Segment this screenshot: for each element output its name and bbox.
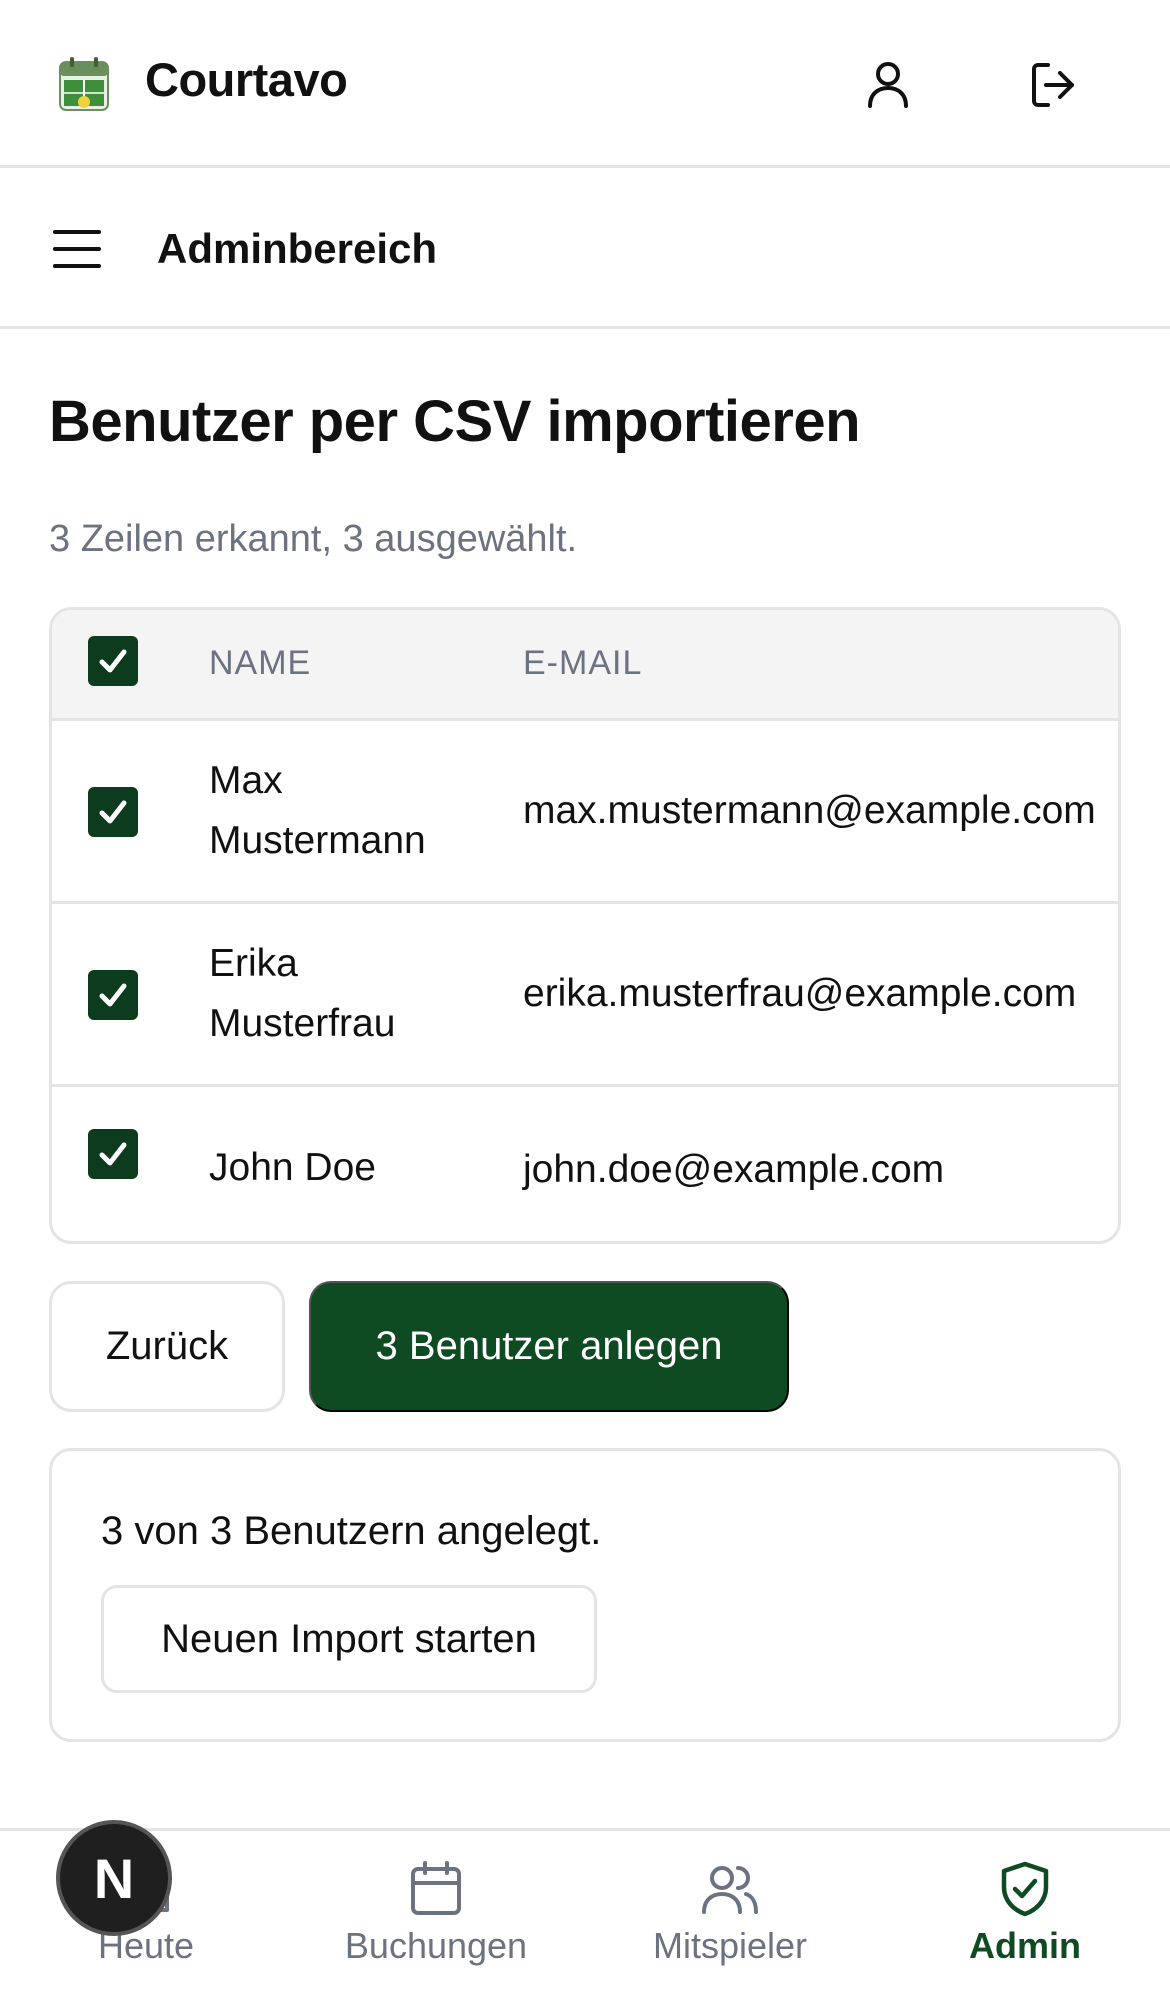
table-row: John Doe john.doe@example.com	[52, 1087, 1118, 1241]
row-checkbox[interactable]	[88, 787, 138, 837]
row-email: max.mustermann@example.com	[523, 789, 1096, 832]
row-email: erika.musterfrau@example.com	[523, 972, 1077, 1015]
subheader-title: Adminbereich	[157, 225, 438, 272]
selection-summary: 3 Zeilen erkannt, 3 ausgewählt.	[49, 518, 578, 560]
import-table: NAME E-MAIL Max Mustermann max.musterman…	[49, 607, 1121, 1244]
logout-icon	[1032, 63, 1074, 107]
nav-item-buchungen[interactable]: Buchungen	[336, 1831, 536, 1992]
menu-button[interactable]	[40, 212, 114, 286]
nav-label: Admin	[969, 1925, 1081, 1966]
nav-item-admin[interactable]: Admin	[960, 1831, 1090, 1992]
table-row: Max Mustermann max.mustermann@example.co…	[52, 721, 1118, 904]
row-checkbox[interactable]	[88, 970, 138, 1020]
row-name: Max Mustermann	[209, 759, 426, 862]
profile-button[interactable]	[853, 50, 923, 120]
table-row: Erika Musterfrau erika.musterfrau@exampl…	[52, 904, 1118, 1087]
nav-item-mitspieler[interactable]: Mitspieler	[640, 1831, 820, 1992]
nav-label: Mitspieler	[652, 1925, 808, 1966]
logout-button[interactable]	[1020, 50, 1090, 120]
calendar-icon	[406, 1859, 466, 1919]
users-icon	[700, 1859, 760, 1919]
checkmark-icon	[99, 983, 127, 1007]
column-header-name: NAME	[209, 644, 312, 682]
row-email: john.doe@example.com	[523, 1148, 945, 1191]
back-button[interactable]: Zurück	[49, 1281, 285, 1412]
app-name: Courtavo	[145, 53, 348, 106]
table-header: NAME E-MAIL	[52, 610, 1118, 721]
start-new-import-button[interactable]: Neuen Import starten	[101, 1585, 597, 1693]
create-users-button[interactable]: 3 Benutzer anlegen	[309, 1281, 789, 1412]
select-all-checkbox[interactable]	[88, 636, 138, 686]
row-name: John Doe	[209, 1146, 376, 1189]
app-header: Courtavo	[0, 0, 1170, 168]
courtavo-logo-icon[interactable]	[58, 56, 110, 112]
row-name: Erika Musterfrau	[209, 942, 396, 1045]
checkmark-icon	[99, 1142, 127, 1166]
nav-label: Buchungen	[344, 1925, 528, 1966]
result-message: 3 von 3 Benutzern angelegt.	[101, 1509, 602, 1553]
page-title: Benutzer per CSV importieren	[49, 389, 861, 454]
user-icon	[868, 62, 908, 108]
shield-check-icon	[995, 1859, 1055, 1919]
bottom-navigation: Heute Buchungen Mitspieler Admin	[0, 1828, 1170, 1992]
column-header-email: E-MAIL	[523, 644, 643, 682]
dev-tools-badge[interactable]: N	[56, 1820, 172, 1936]
checkmark-icon	[99, 649, 127, 673]
row-checkbox[interactable]	[88, 1129, 138, 1179]
checkmark-icon	[99, 800, 127, 824]
hamburger-icon	[53, 230, 101, 268]
import-result-card: 3 von 3 Benutzern angelegt. Neuen Import…	[49, 1448, 1121, 1742]
